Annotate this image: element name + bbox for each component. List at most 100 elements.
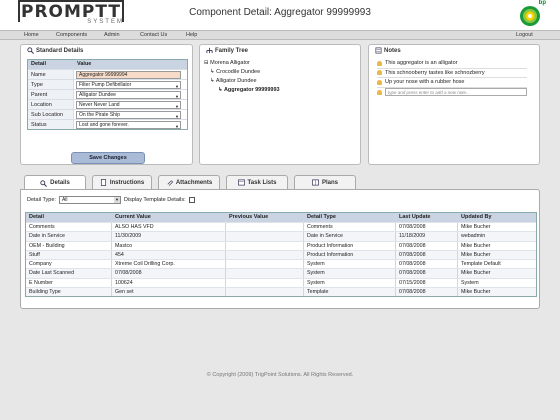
name-label: Name	[28, 70, 74, 79]
tab-attachments[interactable]: Attachments	[158, 175, 220, 189]
note-text: This schnooberry tastes like schnozberry	[385, 69, 485, 76]
tree-node-root[interactable]: ⊟ Morena Alligator	[204, 59, 280, 68]
detail-type-select[interactable]: All ▼	[58, 196, 121, 204]
column-header[interactable]: Detail Type	[304, 213, 396, 222]
table-cell: 07/08/2008	[396, 250, 458, 260]
parent-label: Parent	[28, 90, 74, 99]
bell-icon	[377, 70, 382, 76]
status-select[interactable]: Lost and gone forever. ▼	[76, 121, 181, 129]
tab-instructions-label: Instructions	[109, 179, 145, 186]
table-cell	[226, 288, 304, 297]
table-cell: Gen set	[112, 288, 226, 297]
nav-home[interactable]: Home	[24, 32, 39, 38]
column-header[interactable]: Previous Value	[226, 213, 304, 222]
location-select[interactable]: Never Never Land ▼	[76, 101, 181, 109]
bp-helios-logo-icon	[520, 6, 540, 26]
table-cell: 454	[112, 250, 226, 260]
nav-admin[interactable]: Admin	[104, 32, 120, 38]
details-tab-content: Detail Type: All ▼ Display Template Deta…	[20, 189, 540, 309]
tab-task-lists[interactable]: Task Lists	[226, 175, 288, 189]
table-cell: OEM - Building	[26, 241, 112, 250]
table-cell: Stuff	[26, 250, 112, 260]
tab-details[interactable]: Details	[24, 175, 86, 190]
new-note-input[interactable]: type and press enter to add a new note..…	[385, 88, 527, 97]
table-row[interactable]: Date Last Scanned 07/08/2008 System 07/0…	[26, 268, 536, 278]
sub-location-select[interactable]: On the Pirate Ship ▼	[76, 111, 181, 119]
note-item[interactable]: Up your nose with a rubber hose	[377, 78, 527, 88]
nav-contact-us[interactable]: Contact Us	[140, 32, 167, 38]
standard-details-header: Standard Details	[27, 47, 83, 54]
table-row[interactable]: E Number 100624 System 07/15/2008 System	[26, 277, 536, 288]
detail-type-label: Detail Type:	[27, 197, 56, 203]
table-cell: Company	[26, 260, 112, 269]
tree-node-label: Crocodile Dundee	[216, 69, 261, 75]
table-row[interactable]: Company Xtreme Coil Drilling Corp. Syste…	[26, 259, 536, 269]
column-header[interactable]: Updated By	[458, 213, 536, 222]
detail-tabs: Details Instructions Attachments Task Li…	[20, 175, 540, 190]
table-cell	[226, 223, 304, 232]
table-cell: E Number	[26, 278, 112, 288]
table-cell: System	[461, 279, 479, 286]
table-cell: Template Default	[461, 261, 501, 268]
table-cell: Mike Bucher	[461, 251, 491, 258]
table-row[interactable]: Date in Service 11/30/2009 Date in Servi…	[26, 231, 536, 241]
tree-node-child[interactable]: ↳ Crocodile Dundee	[204, 68, 280, 77]
table-cell	[226, 250, 304, 260]
standard-details-table: Detail Value Name Aggregator 99999994 Ty…	[27, 59, 188, 130]
table-cell: System	[304, 260, 396, 269]
column-header[interactable]: Current Value	[112, 213, 226, 222]
table-cell: ALSO HAS VFD	[112, 223, 226, 232]
bell-icon	[377, 79, 382, 85]
family-tree-panel: Family Tree ⊟ Morena Alligator ↳ Crocodi…	[199, 44, 361, 165]
table-cell: Date in Service	[26, 232, 112, 241]
table-cell: 07/15/2008	[396, 278, 458, 288]
table-cell: Comments	[304, 223, 396, 232]
standard-details-table-header: Detail Value	[28, 60, 187, 69]
table-cell: Comments	[26, 223, 112, 232]
table-cell	[226, 232, 304, 241]
chevron-down-icon: ▼	[175, 114, 179, 119]
tree-node-child[interactable]: ↳ Alligator Dundee	[204, 77, 280, 86]
logout-link[interactable]: Logout	[516, 32, 533, 38]
table-cell	[226, 241, 304, 250]
column-header[interactable]: Detail	[26, 213, 112, 222]
location-label: Location	[28, 100, 74, 109]
table-row[interactable]: Stuff 454 Product Information 07/08/2008…	[26, 249, 536, 260]
type-label: Type	[28, 80, 74, 89]
location-select-value: Never Never Land	[79, 102, 120, 108]
chevron-down-icon: ▼	[175, 94, 179, 99]
table-cell	[226, 278, 304, 288]
standard-details-panel: Standard Details Detail Value Name Aggre…	[20, 44, 193, 165]
note-item[interactable]: This schnooberry tastes like schnozberry	[377, 69, 527, 78]
note-item[interactable]: This aggregator is an alligator	[377, 59, 527, 69]
table-row[interactable]: Building Type Gen set Template 07/08/200…	[26, 287, 536, 297]
tree-node-current[interactable]: ↳ Aggregator 99999993	[204, 86, 280, 95]
table-cell: Mike Bucher	[461, 224, 491, 230]
nav-components[interactable]: Components	[56, 32, 87, 38]
tab-plans-label: Plans	[321, 179, 338, 186]
table-row[interactable]: Comments ALSO HAS VFD Comments 07/08/200…	[26, 222, 536, 232]
tab-instructions[interactable]: Instructions	[92, 175, 152, 189]
detail-column-header: Detail	[31, 61, 46, 67]
sub-location-label: Sub Location	[28, 110, 74, 119]
table-cell: 07/08/2008	[396, 241, 458, 250]
table-cell: Mike Bucher	[461, 242, 491, 249]
name-input[interactable]: Aggregator 99999994	[76, 71, 181, 79]
column-header[interactable]: Last Update	[396, 213, 458, 222]
document-icon	[100, 179, 106, 186]
table-row[interactable]: OEM - Building Mastco Product Informatio…	[26, 240, 536, 250]
table-cell: Xtreme Coil Drilling Corp.	[112, 260, 226, 269]
table-cell: Date Last Scanned	[26, 269, 112, 278]
notes-header: Notes	[375, 47, 401, 54]
parent-select[interactable]: Alligator Dundee ▼	[76, 91, 181, 99]
bell-icon	[377, 89, 382, 95]
save-changes-button[interactable]: Save Changes	[71, 152, 145, 164]
tab-task-lists-label: Task Lists	[247, 179, 277, 186]
table-cell: Product Information	[304, 241, 396, 250]
family-tree: ⊟ Morena Alligator ↳ Crocodile Dundee ↳ …	[204, 59, 280, 95]
tab-plans[interactable]: Plans	[294, 175, 356, 189]
type-select[interactable]: Filter Pump Defibrillator ▼	[76, 81, 181, 89]
nav-help[interactable]: Help	[186, 32, 197, 38]
standard-details-title: Standard Details	[36, 47, 84, 54]
display-template-checkbox[interactable]	[188, 197, 195, 203]
